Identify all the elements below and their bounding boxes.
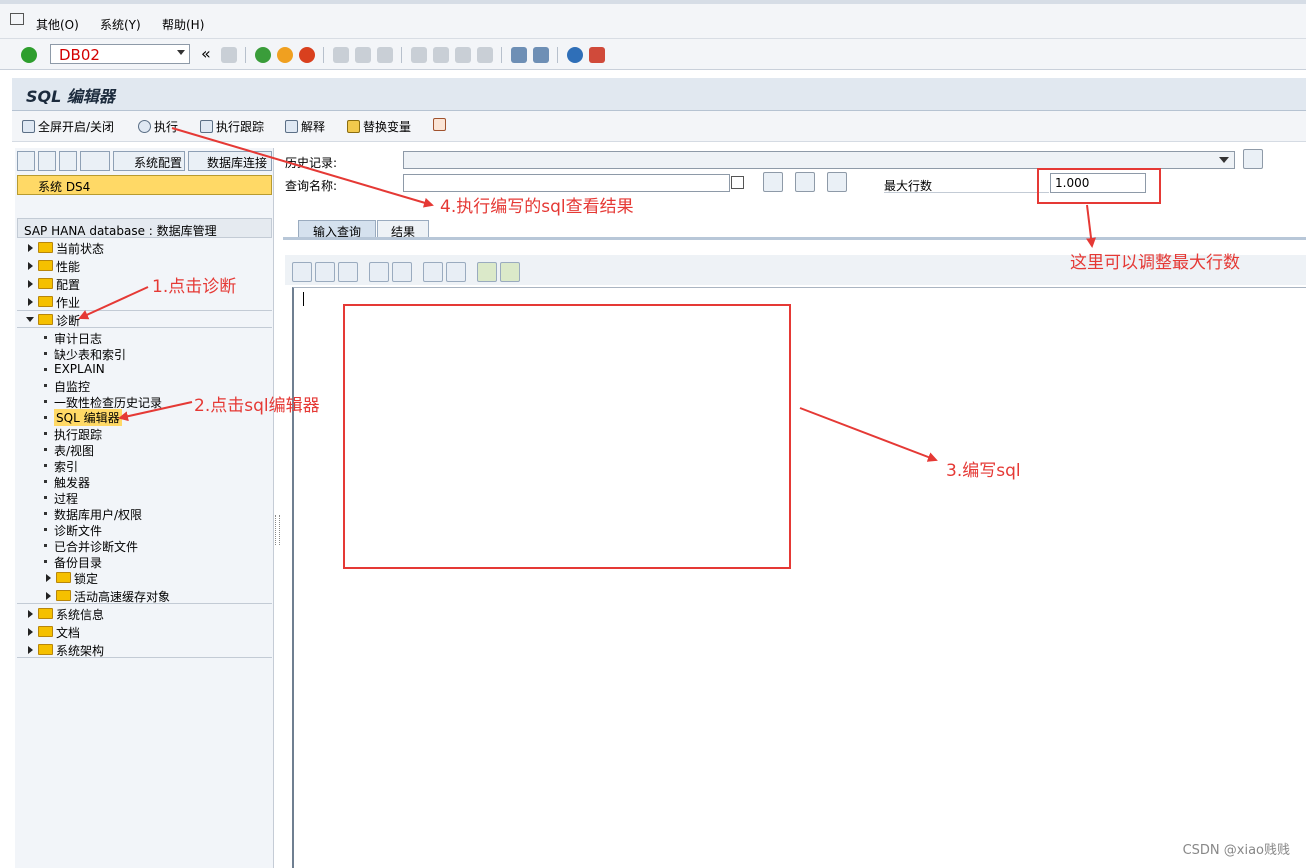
watermark: CSDN @xiao贱贱 xyxy=(1182,843,1290,858)
annotation-execute-sql: 4.执行编写的sql查看结果 xyxy=(440,197,634,217)
arrow-execute xyxy=(171,127,434,208)
arrow-max-rows xyxy=(1086,204,1096,248)
annotation-click-diagnosis: 1.点击诊断 xyxy=(152,277,237,297)
annotation-write-sql: 3.编写sql xyxy=(946,461,1021,481)
arrow-sql-editor xyxy=(118,401,193,422)
annotation-click-sql-editor: 2.点击sql编辑器 xyxy=(194,396,320,416)
arrow-diagnosis xyxy=(78,286,149,320)
arrow-write-sql xyxy=(799,407,938,462)
annotation-arrows xyxy=(78,127,1096,462)
annotation-max-rows: 这里可以调整最大行数 xyxy=(1070,253,1240,273)
